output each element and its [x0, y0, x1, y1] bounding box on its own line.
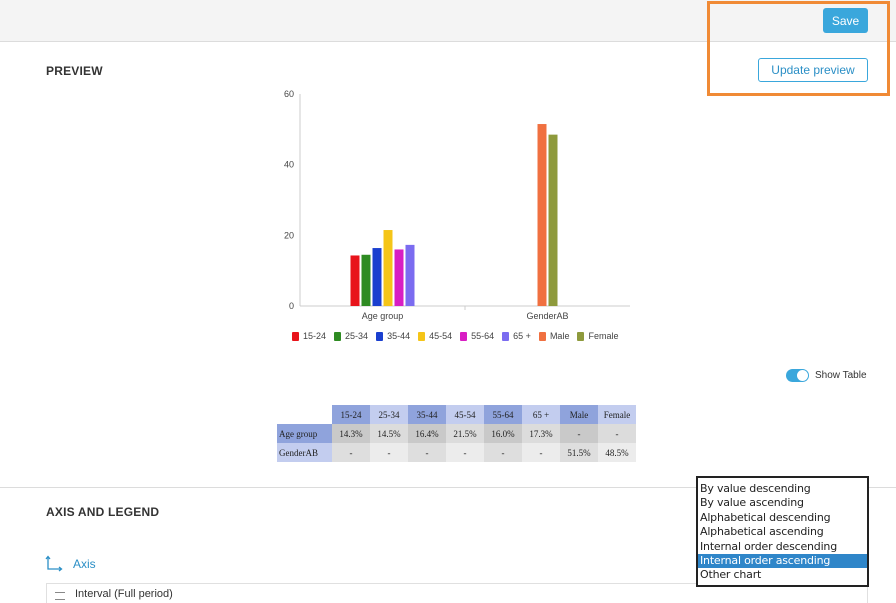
legend-label: Female — [588, 331, 619, 341]
legend-label: 55-64 — [471, 331, 495, 341]
legend-item[interactable]: Male — [538, 331, 570, 341]
preview-section-title: PREVIEW — [46, 64, 103, 78]
table-header-row: 15-24 25-34 35-44 45-54 55-64 65 + Male Female — [277, 405, 636, 424]
table-header-cell: 25-34 — [370, 405, 408, 424]
axis-legend-section-title: AXIS AND LEGEND — [46, 505, 160, 519]
axis-link[interactable]: Axis — [45, 555, 96, 573]
top-toolbar — [0, 0, 896, 42]
table-row: GenderAB - - - - - -51.5% 48.5% — [277, 443, 636, 462]
table-header-cell: 35-44 — [408, 405, 446, 424]
table-cell: - — [484, 443, 522, 462]
table-cell: 14.3% — [332, 424, 370, 443]
legend-label: 45-54 — [429, 331, 453, 341]
dropdown-option[interactable]: Alphabetical descending — [698, 511, 867, 525]
table-cell: - — [332, 443, 370, 462]
dropdown-option[interactable]: Alphabetical ascending — [698, 525, 867, 539]
legend-label: 65 + — [513, 331, 531, 341]
legend-swatch — [460, 331, 468, 341]
legend-swatch — [538, 331, 546, 341]
dropdown-option[interactable]: Internal order descending — [698, 540, 867, 554]
legend-swatch — [418, 331, 426, 341]
legend-swatch — [502, 331, 510, 341]
table-cell: - — [370, 443, 408, 462]
dropdown-option[interactable]: Internal order ascending — [698, 553, 867, 569]
show-table-label: Show Table — [815, 370, 867, 381]
save-button[interactable]: Save — [823, 8, 868, 33]
bar-15-24-0[interactable] — [350, 255, 360, 306]
legend-label: 15-24 — [303, 331, 327, 341]
toggle-switch[interactable] — [786, 369, 809, 382]
table-header-cell: 65 + — [522, 405, 560, 424]
legend-swatch — [334, 331, 342, 341]
table-row-header: GenderAB — [277, 443, 332, 462]
legend-item[interactable]: Female — [577, 331, 618, 341]
dropdown-option[interactable]: By value ascending — [698, 496, 867, 510]
sort-order-dropdown[interactable]: By value descending By value ascending Alp… — [696, 476, 869, 587]
show-table-toggle[interactable]: Show Table — [786, 369, 867, 382]
x-tick-label: Age group — [362, 311, 404, 321]
table-cell: - — [446, 443, 484, 462]
table-header-cell: Male — [560, 405, 598, 424]
legend-swatch — [376, 331, 384, 341]
bar-Female-1[interactable] — [548, 134, 558, 306]
legend-item[interactable]: 15-24 — [292, 331, 326, 341]
dropdown-option[interactable]: By value descending — [698, 482, 867, 496]
table-row: Age group 14.3% 14.5% 16.4% 21.5% 16.0% 17.3% -… — [277, 424, 636, 443]
table-header-cell: Female — [598, 405, 636, 424]
bar-Male-1[interactable] — [537, 124, 547, 307]
legend-swatch — [577, 331, 585, 341]
axis-icon — [45, 555, 63, 572]
bar-55-64-0[interactable] — [394, 249, 404, 306]
table-cell: 21.5% — [446, 424, 484, 443]
table-cell: - — [560, 424, 598, 443]
bar-45-54-0[interactable] — [383, 230, 393, 306]
axis-label: Axis — [73, 557, 96, 571]
x-tick-label: GenderAB — [526, 311, 568, 321]
y-tick-label: 0 — [289, 301, 294, 311]
table-cell: - — [598, 424, 636, 443]
y-tick-label: 60 — [284, 89, 294, 99]
legend-item[interactable]: 55-64 — [460, 331, 494, 341]
table-cell: - — [408, 443, 446, 462]
chart-legend: 15-24 25-34 35-44 45-54 55-64 65 + Male Female — [292, 331, 626, 341]
toggle-knob — [797, 370, 808, 381]
y-tick-label: 40 — [284, 160, 294, 170]
table-cell: 16.0% — [484, 424, 522, 443]
update-preview-button[interactable]: Update preview — [758, 58, 868, 82]
table-cell: 16.4% — [408, 424, 446, 443]
interval-label: Interval (Full period) — [75, 588, 173, 600]
legend-item[interactable]: 25-34 — [334, 331, 368, 341]
table-corner-cell — [277, 405, 332, 424]
bar-65-0[interactable] — [405, 244, 415, 306]
table-cell: 51.5% — [560, 443, 598, 462]
table-cell: 48.5% — [598, 443, 636, 462]
y-tick-label: 20 — [284, 230, 294, 240]
drag-handle-icon[interactable] — [55, 592, 65, 600]
table-cell: - — [522, 443, 560, 462]
table-cell: 14.5% — [370, 424, 408, 443]
legend-item[interactable]: 35-44 — [376, 331, 410, 341]
dropdown-option[interactable]: Other chart — [698, 568, 867, 582]
table-cell: 17.3% — [522, 424, 560, 443]
table-row-header: Age group — [277, 424, 332, 443]
bar-35-44-0[interactable] — [372, 248, 382, 306]
bar-25-34-0[interactable] — [361, 254, 371, 306]
data-table: 15-24 25-34 35-44 45-54 55-64 65 + Male Female A… — [277, 405, 636, 462]
legend-label: Male — [549, 331, 570, 341]
legend-label: 35-44 — [387, 331, 411, 341]
table-header-cell: 55-64 — [484, 405, 522, 424]
legend-swatch — [292, 331, 299, 341]
legend-label: 25-34 — [345, 331, 369, 341]
preview-bar-chart: 0 20 40 60 Age group GenderAB — [284, 89, 630, 321]
table-header-cell: 15-24 — [332, 405, 370, 424]
table-header-cell: 45-54 — [446, 405, 484, 424]
legend-item[interactable]: 65 + — [502, 331, 531, 341]
legend-item[interactable]: 45-54 — [418, 331, 452, 341]
